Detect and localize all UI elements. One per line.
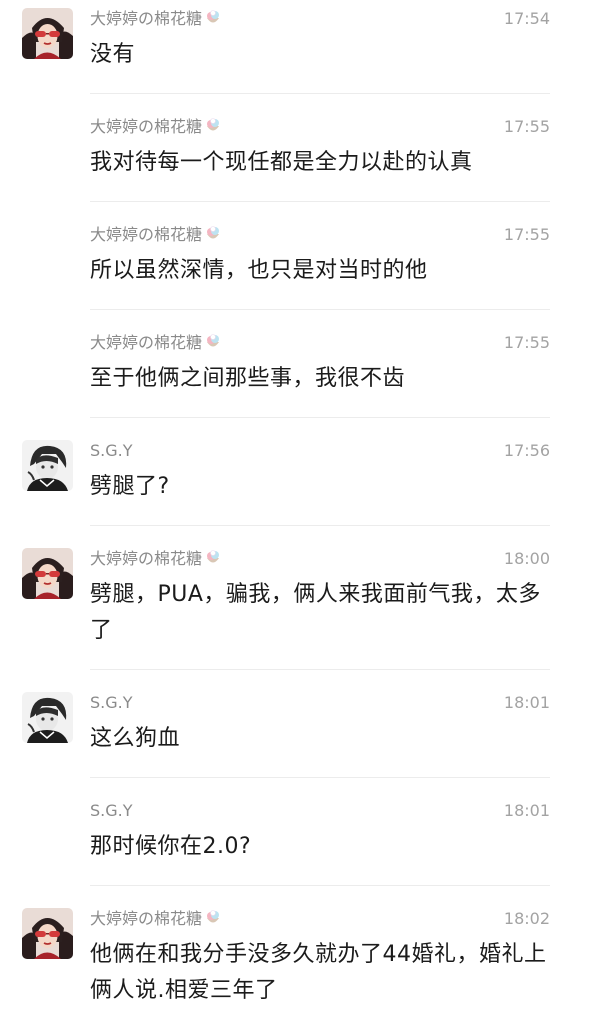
ice-cream-icon xyxy=(204,549,222,572)
sender-name: S.G.Y xyxy=(90,441,133,460)
timestamp: 18:00 xyxy=(503,549,550,568)
avatar-girl[interactable] xyxy=(22,8,73,59)
message-text: 没有 xyxy=(90,42,136,67)
separator xyxy=(90,885,550,886)
ice-cream-icon xyxy=(204,333,222,356)
sender-name: 大婷婷の棉花糖 xyxy=(90,225,222,248)
timestamp: 17:56 xyxy=(503,441,550,460)
ice-cream-icon xyxy=(204,225,222,248)
separator xyxy=(90,201,550,202)
timestamp: 17:55 xyxy=(503,117,550,136)
ice-cream-icon xyxy=(204,909,222,932)
separator xyxy=(90,525,550,526)
message-text: 劈腿了? xyxy=(90,474,170,499)
message-text: 那时候你在2.0? xyxy=(90,834,252,859)
message-text: 所以虽然深情，也只是对当时的他 xyxy=(90,258,428,283)
separator xyxy=(90,93,550,94)
avatar-boy[interactable] xyxy=(22,692,73,743)
sender-name: 大婷婷の棉花糖 xyxy=(90,333,222,356)
sender-name: S.G.Y xyxy=(90,801,133,820)
message-text: 劈腿，PUA，骗我，俩人来我面前气我，太多了 xyxy=(90,582,541,643)
sender-name: S.G.Y xyxy=(90,693,133,712)
message-text: 他俩在和我分手没多久就办了44婚礼，婚礼上俩人说.相爱三年了 xyxy=(90,942,547,1003)
avatar-girl[interactable] xyxy=(22,548,73,599)
message-text: 这么狗血 xyxy=(90,726,181,751)
separator xyxy=(90,669,550,670)
timestamp: 18:01 xyxy=(503,801,550,820)
timestamp: 17:55 xyxy=(503,225,550,244)
message-text: 我对待每一个现任都是全力以赴的认真 xyxy=(90,150,473,175)
avatar-boy[interactable] xyxy=(22,440,73,491)
sender-name: 大婷婷の棉花糖 xyxy=(90,117,222,140)
timestamp: 17:55 xyxy=(503,333,550,352)
sender-name: 大婷婷の棉花糖 xyxy=(90,909,222,932)
avatar-girl[interactable] xyxy=(22,908,73,959)
ice-cream-icon xyxy=(204,9,222,32)
separator xyxy=(90,309,550,310)
sender-name: 大婷婷の棉花糖 xyxy=(90,9,222,32)
timestamp: 18:01 xyxy=(503,693,550,712)
timestamp: 17:54 xyxy=(503,9,550,28)
ice-cream-icon xyxy=(204,117,222,140)
sender-name: 大婷婷の棉花糖 xyxy=(90,549,222,572)
separator xyxy=(90,777,550,778)
separator xyxy=(90,417,550,418)
message-text: 至于他俩之间那些事，我很不齿 xyxy=(90,366,406,391)
timestamp: 18:02 xyxy=(503,909,550,928)
